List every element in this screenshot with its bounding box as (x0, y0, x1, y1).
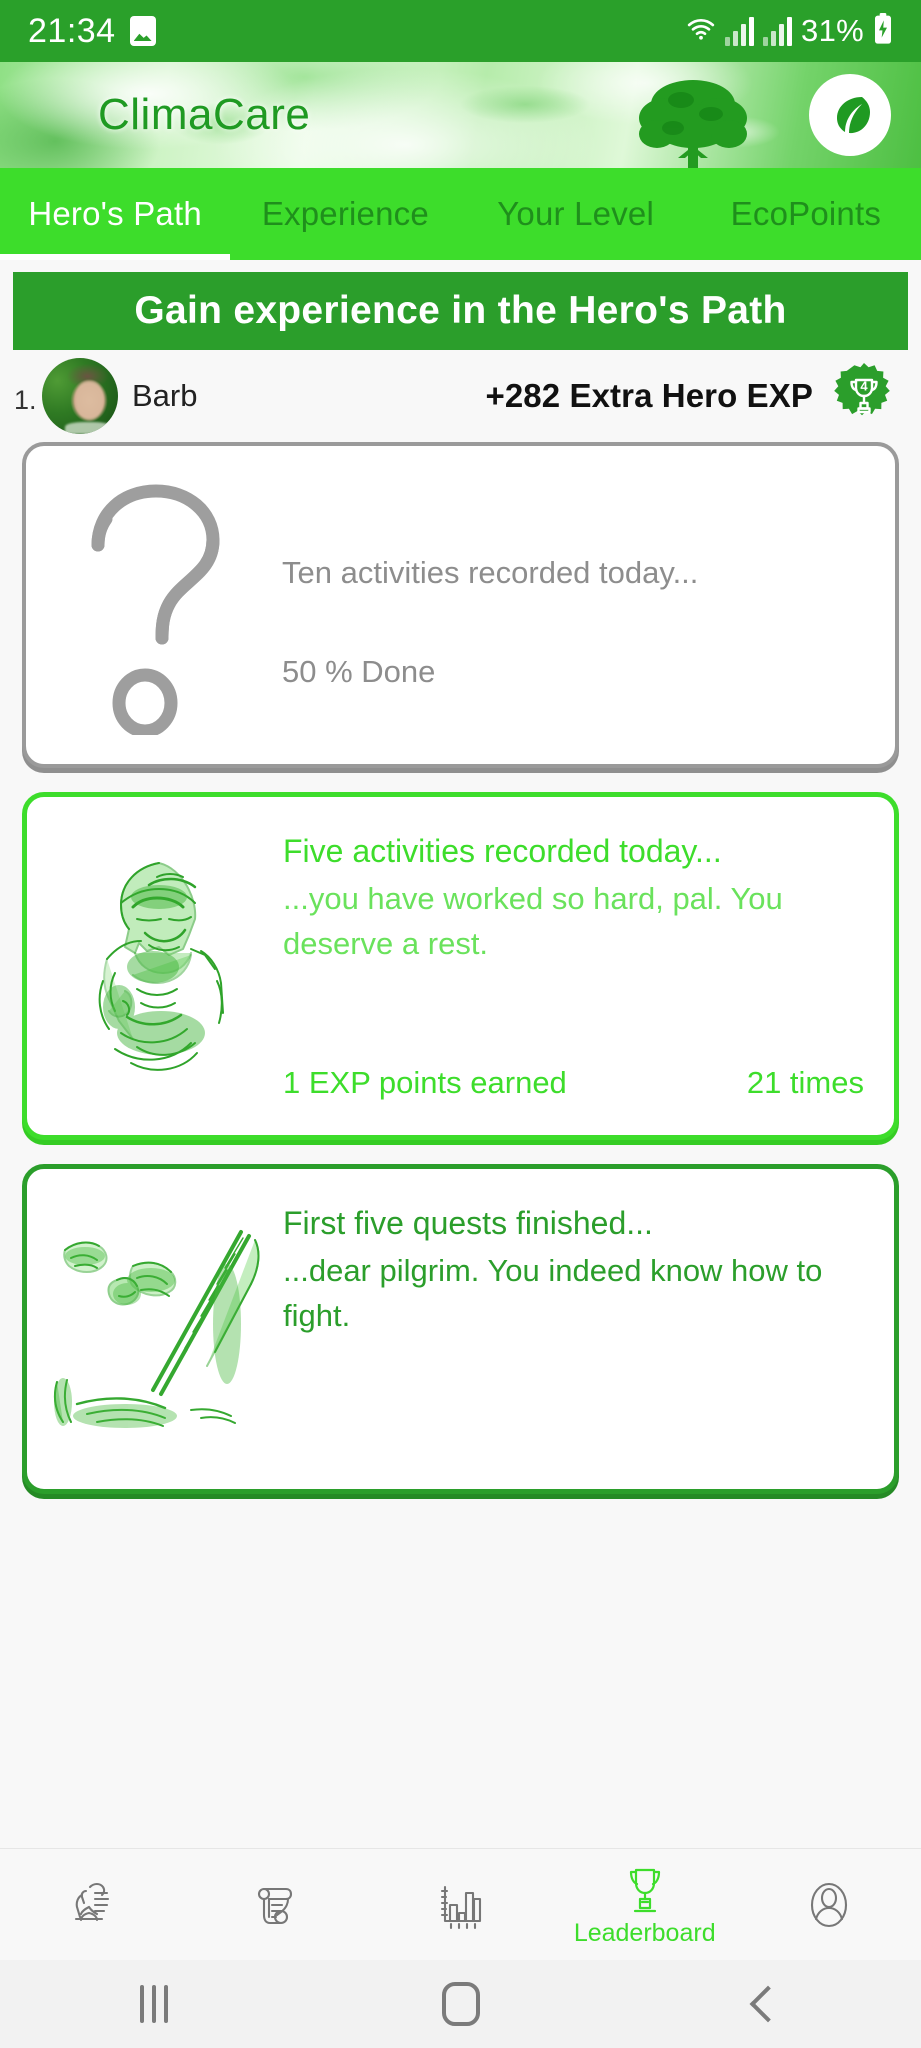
achievement-exp-earned: 1 EXP points earned (283, 1065, 567, 1100)
hand-seed-icon (60, 1873, 124, 1937)
signal-bars-icon-2 (763, 16, 793, 46)
status-time: 21:34 (28, 11, 116, 50)
status-bar-right: 31% (686, 12, 893, 50)
question-mark-icon (26, 475, 276, 735)
achievement-card-body: Five activities recorded today... ...you… (277, 797, 894, 1135)
knight-sketch-icon (27, 797, 277, 1135)
badge-level-number: 4 (860, 379, 868, 394)
app-header: ClimaCare (0, 62, 921, 168)
signal-bars-icon (725, 16, 755, 46)
achievement-card-first-quests[interactable]: First five quests finished... ...dear pi… (22, 1164, 899, 1494)
tab-ecopoints[interactable]: EcoPoints (691, 168, 921, 260)
page-banner-wrap: Gain experience in the Hero's Path (0, 260, 921, 350)
tab-experience[interactable]: Experience (230, 168, 460, 260)
tab-your-level-label: Your Level (497, 195, 654, 232)
achievement-progress: 50 % Done (282, 654, 436, 690)
avatar[interactable] (42, 358, 118, 434)
bottom-navigation: Leaderboard (0, 1848, 921, 1960)
tab-your-level[interactable]: Your Level (461, 168, 691, 260)
nav-item-quests[interactable] (184, 1849, 368, 1960)
home-icon[interactable] (307, 1960, 614, 2048)
image-icon (129, 16, 156, 46)
achievement-times: 21 times (746, 1065, 864, 1100)
android-navigation-bar (0, 1960, 921, 2048)
tab-ecopoints-label: EcoPoints (730, 195, 882, 232)
scroll-quest-icon (244, 1873, 308, 1937)
achievement-title: Five activities recorded today... (283, 833, 722, 869)
profile-person-icon (797, 1873, 861, 1937)
leader-rank: 1. (14, 384, 37, 415)
nav-item-leaderboard[interactable]: Leaderboard (553, 1849, 737, 1960)
battery-charging-icon (873, 12, 893, 50)
wifi-icon (686, 14, 716, 49)
page-title: Gain experience in the Hero's Path (13, 272, 908, 350)
leaderboard-row[interactable]: 1. Barb +282 Extra Hero EXP 4 (0, 350, 921, 442)
tab-heros-path-label: Hero's Path (28, 195, 202, 232)
trophy-badge-icon[interactable]: 4 (829, 361, 899, 431)
nav-item-leaderboard-label: Leaderboard (573, 1919, 716, 1947)
achievement-card-locked[interactable]: Ten activities recorded today... 50 % Do… (22, 442, 899, 768)
achievement-card-body: Ten activities recorded today... 50 % Do… (276, 520, 895, 691)
back-icon[interactable] (614, 1960, 921, 2048)
nav-item-activities[interactable] (0, 1849, 184, 1960)
battery-percent-label: 31% (801, 13, 864, 48)
leader-extra-exp: +282 Extra Hero EXP (485, 377, 813, 414)
tab-experience-label: Experience (261, 195, 429, 232)
achievement-card-five-activities[interactable]: Five activities recorded today... ...you… (22, 792, 899, 1140)
achievement-card-body: First five quests finished... ...dear pi… (277, 1169, 894, 1489)
nav-item-profile[interactable] (737, 1849, 921, 1960)
bar-chart-icon (429, 1873, 493, 1937)
nav-item-statistics[interactable] (368, 1849, 552, 1960)
leader-username: Barb (132, 378, 198, 413)
tree-icon (639, 80, 747, 168)
achievement-description: ...dear pilgrim. You indeed know how to … (283, 1253, 823, 1333)
avatar-face (75, 380, 105, 421)
trophy-icon (617, 1863, 673, 1919)
app-screen: 21:34 31% ClimaCare Hero's Path Experien… (0, 0, 921, 2048)
achievement-title: First five quests finished... (283, 1205, 653, 1241)
status-bar-left: 21:34 (28, 12, 156, 51)
recents-icon[interactable] (0, 1960, 307, 2048)
hands-sword-sketch-icon (27, 1169, 277, 1489)
tab-heros-path[interactable]: Hero's Path (0, 168, 231, 260)
status-bar: 21:34 31% (0, 0, 921, 62)
achievement-description: ...you have worked so hard, pal. You des… (283, 881, 783, 961)
tab-bar: Hero's Path Experience Your Level EcoPoi… (0, 168, 921, 260)
achievement-footer: 1 EXP points earned 21 times (283, 1065, 868, 1135)
leaf-logo-icon[interactable] (809, 74, 891, 156)
app-title: ClimaCare (98, 90, 311, 139)
achievement-card-list[interactable]: Ten activities recorded today... 50 % Do… (0, 442, 921, 1848)
avatar-shirt (64, 421, 112, 434)
achievement-title: Ten activities recorded today... (282, 554, 699, 590)
